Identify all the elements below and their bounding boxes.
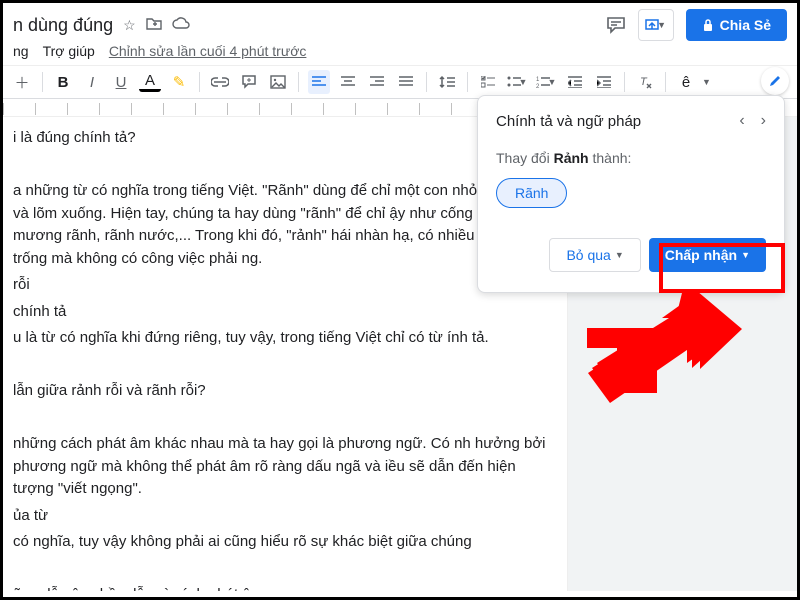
separator <box>665 72 666 92</box>
menu-item[interactable]: ng <box>13 43 29 59</box>
caret-down-icon: ▼ <box>741 250 750 260</box>
separator <box>42 72 43 92</box>
header-right: ▼ Chia Sẻ <box>606 9 787 41</box>
italic-button[interactable]: I <box>81 70 103 94</box>
star-icon[interactable]: ☆ <box>123 17 136 34</box>
cloud-status-icon[interactable] <box>172 17 190 34</box>
next-icon[interactable]: › <box>761 112 766 130</box>
separator <box>624 72 625 92</box>
separator <box>467 72 468 92</box>
menu-help[interactable]: Trợ giúp <box>43 43 95 59</box>
insert-image-button[interactable] <box>267 70 289 94</box>
toolbar: ＋ B I U A ✎ ▼ 12 ▼ <box>3 65 797 99</box>
align-right-button[interactable] <box>366 70 388 94</box>
title-row: n dùng đúng ☆ <box>13 15 190 36</box>
caret-down-icon: ▼ <box>657 20 666 30</box>
svg-text:1: 1 <box>536 77 540 83</box>
align-justify-button[interactable] <box>395 70 417 94</box>
underline-button[interactable]: U <box>110 70 132 94</box>
clear-format-button[interactable]: T <box>634 70 656 94</box>
text-paragraph: a những từ có nghĩa trong tiếng Việt. "R… <box>13 180 547 270</box>
move-folder-icon[interactable] <box>146 17 162 34</box>
caret-down-icon: ▼ <box>702 77 711 87</box>
share-label: Chia Sẻ <box>720 17 771 33</box>
panel-nav: ‹ › <box>739 112 766 130</box>
add-icon[interactable]: ＋ <box>11 70 33 94</box>
align-center-button[interactable] <box>337 70 359 94</box>
checklist-button[interactable] <box>477 70 499 94</box>
insert-link-button[interactable] <box>209 70 231 94</box>
numbered-list-button[interactable]: 12 ▼ <box>535 70 557 94</box>
text-line: ủa từ <box>13 505 547 528</box>
separator <box>199 72 200 92</box>
separator <box>426 72 427 92</box>
skip-button[interactable]: Bỏ qua ▼ <box>549 238 640 272</box>
separator <box>298 72 299 92</box>
document-title[interactable]: n dùng đúng <box>13 15 113 36</box>
editing-mode-button[interactable] <box>761 67 789 95</box>
prev-icon[interactable]: ‹ <box>739 112 744 130</box>
svg-text:2: 2 <box>536 84 540 88</box>
text-paragraph: những cách phát âm khác nhau mà ta hay g… <box>13 433 547 501</box>
title-actions: ☆ <box>123 17 190 34</box>
add-comment-button[interactable] <box>238 70 260 94</box>
panel-actions: Bỏ qua ▼ Chấp nhận ▼ <box>496 238 766 272</box>
text-line: có nghĩa, tuy vậy không phải ai cũng hiể… <box>13 531 547 554</box>
edit-history-link[interactable]: Chỉnh sửa lần cuối 4 phút trước <box>109 43 307 59</box>
panel-header: Chính tả và ngữ pháp ‹ › <box>496 112 766 130</box>
spelling-grammar-panel: Chính tả và ngữ pháp ‹ › Thay đổi Rảnh t… <box>477 95 785 293</box>
share-button[interactable]: Chia Sẻ <box>686 9 787 41</box>
menu-bar: ng Trợ giúp Chỉnh sửa lần cuối 4 phút tr… <box>3 43 797 65</box>
accept-button[interactable]: Chấp nhận ▼ <box>649 238 766 272</box>
input-tools-button[interactable]: ê <box>675 70 697 94</box>
increase-indent-button[interactable] <box>593 70 615 94</box>
text-line: chính tả <box>13 301 547 324</box>
caret-down-icon: ▼ <box>548 77 557 87</box>
text-line: lẫn giữa rảnh rỗi và rãnh rỗi? <box>13 380 547 403</box>
align-left-button[interactable] <box>308 70 330 94</box>
panel-title: Chính tả và ngữ pháp <box>496 113 641 130</box>
change-text: Thay đổi Rảnh thành: <box>496 150 766 166</box>
comment-history-icon[interactable] <box>606 15 626 35</box>
caret-down-icon: ▼ <box>615 250 624 260</box>
line-spacing-button[interactable] <box>436 70 458 94</box>
svg-text:T: T <box>640 76 648 88</box>
text-line: i là đúng chính tả? <box>13 127 547 150</box>
highlight-button[interactable]: ✎ <box>168 70 190 94</box>
suggestion-chip[interactable]: Rãnh <box>496 178 567 208</box>
bulleted-list-button[interactable]: ▼ <box>506 70 528 94</box>
text-line: rỗi <box>13 274 547 297</box>
text-line: ũng dễ gây nhầm lẫn vì cách phát âm <box>13 584 547 591</box>
decrease-indent-button[interactable] <box>564 70 586 94</box>
text-color-button[interactable]: A <box>139 72 161 92</box>
bold-button[interactable]: B <box>52 70 74 94</box>
text-line: u là từ có nghĩa khi đứng riêng, tuy vậy… <box>13 327 547 350</box>
present-button[interactable]: ▼ <box>638 9 674 41</box>
lock-icon <box>702 18 714 32</box>
caret-down-icon: ▼ <box>519 77 528 87</box>
header-bar: n dùng đúng ☆ ▼ Chia Sẻ <box>3 3 797 43</box>
